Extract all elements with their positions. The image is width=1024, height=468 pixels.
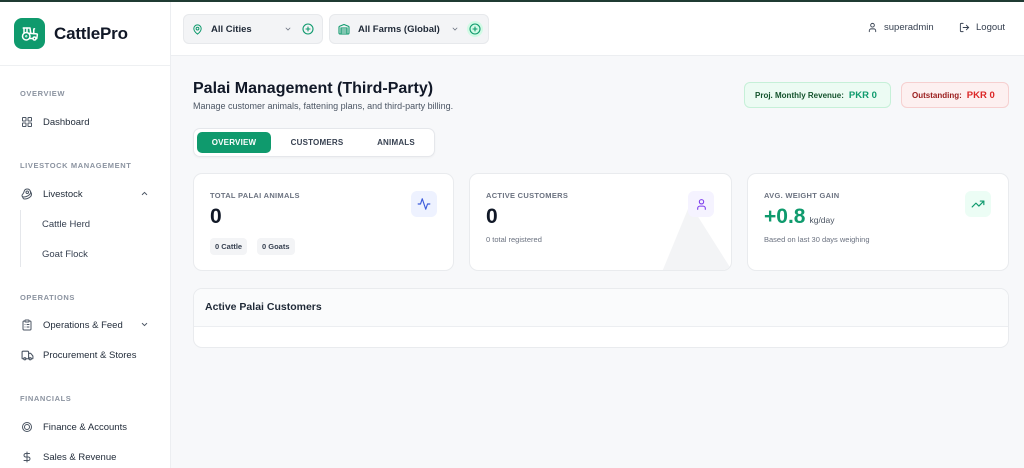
city-selector-value: All Cities [211, 23, 252, 35]
sidebar-item-label: Dashboard [43, 116, 90, 128]
user-menu[interactable]: superadmin [867, 22, 934, 33]
sidebar-item-label: Procurement & Stores [43, 349, 137, 361]
stat-value: 0 [210, 205, 222, 228]
tab-overview[interactable]: OVERVIEW [197, 132, 271, 153]
stat-label: ACTIVE CUSTOMERS [486, 191, 569, 200]
trending-up-icon [965, 191, 991, 217]
brand[interactable]: CattlePro [14, 18, 128, 49]
section-label-operations: OPERATIONS [20, 293, 76, 302]
chevron-up-icon [140, 189, 149, 201]
panel-header: Active Palai Customers [194, 289, 1008, 327]
chevron-down-icon [284, 25, 292, 33]
page-subtitle: Manage customer animals, fattening plans… [193, 101, 454, 111]
divider [0, 65, 170, 66]
stat-value: 0 [486, 205, 498, 228]
sidebar-item-label: Livestock [43, 188, 83, 200]
sidebar-item-operations[interactable]: Operations & Feed [20, 315, 150, 335]
sidebar-item-sales[interactable]: Sales & Revenue [20, 447, 116, 467]
sidebar-item-finance[interactable]: Finance & Accounts [20, 417, 127, 437]
active-customers-panel: Active Palai Customers [193, 288, 1009, 348]
decorative-shape [662, 204, 731, 270]
coins-icon [20, 420, 34, 434]
logout-label: Logout [976, 22, 1006, 33]
add-farm-icon[interactable] [467, 21, 483, 37]
logout-button[interactable]: Logout [959, 22, 1005, 33]
section-label-financials: FINANCIALS [20, 394, 72, 403]
sidebar-item-procurement[interactable]: Procurement & Stores [20, 345, 136, 365]
cattle-count-tag: 0 Cattle [210, 238, 248, 255]
outstanding-label: Outstanding: [912, 90, 962, 100]
section-label-livestock: LIVESTOCK MANAGEMENT [20, 161, 132, 170]
goat-count-tag: 0 Goats [257, 238, 295, 255]
tab-customers[interactable]: CUSTOMERS [279, 132, 355, 153]
section-label-overview: OVERVIEW [20, 89, 66, 98]
brand-name: CattlePro [54, 23, 128, 43]
outstanding-value: PKR 0 [966, 89, 995, 101]
chevron-down-icon [451, 25, 459, 33]
sidebar-item-cattle-herd[interactable]: Cattle Herd [42, 219, 90, 230]
chevron-down-icon [140, 320, 149, 332]
sidebar-item-dashboard[interactable]: Dashboard [20, 112, 89, 132]
stat-value-row: +0.8 kg/day [764, 205, 835, 229]
farm-selector[interactable]: All Farms (Global) [329, 14, 489, 44]
monthly-revenue-value: PKR 0 [848, 89, 877, 101]
map-pin-icon [192, 23, 203, 35]
sidebar-item-label: Operations & Feed [43, 319, 123, 331]
sidebar-item-label: Finance & Accounts [43, 421, 127, 433]
beef-icon [20, 187, 34, 201]
farm-selector-value: All Farms (Global) [358, 23, 440, 35]
warehouse-icon [338, 23, 350, 35]
stat-card-weight: AVG. WEIGHT GAIN +0.8 kg/day Based on la… [747, 173, 1009, 271]
username: superadmin [884, 22, 934, 33]
add-city-icon[interactable] [302, 23, 314, 35]
truck-icon [20, 348, 34, 362]
activity-icon [411, 191, 437, 217]
sidebar-item-goat-flock[interactable]: Goat Flock [42, 249, 88, 260]
stat-label: TOTAL PALAI ANIMALS [210, 191, 300, 200]
monthly-revenue-label: Proj. Monthly Revenue: [755, 90, 844, 100]
panel-title: Active Palai Customers [205, 301, 322, 313]
logout-icon [959, 22, 970, 33]
city-selector[interactable]: All Cities [183, 14, 323, 44]
tab-bar: OVERVIEW CUSTOMERS ANIMALS [193, 128, 435, 157]
tractor-icon [14, 18, 45, 49]
sidebar-item-livestock[interactable]: Livestock [20, 184, 150, 204]
stat-card-animals: TOTAL PALAI ANIMALS 0 0 Cattle 0 Goats [193, 173, 454, 271]
topbar: All Cities All Farms (Global) superadmin… [171, 2, 1024, 56]
tab-animals[interactable]: ANIMALS [361, 132, 431, 153]
stat-card-customers: ACTIVE CUSTOMERS 0 0 total registered [469, 173, 732, 271]
dollar-icon [20, 450, 34, 464]
stat-hint: Based on last 30 days weighing [764, 235, 870, 244]
page-title: Palai Management (Third-Party) [193, 80, 434, 97]
sidebar: CattlePro OVERVIEW Dashboard LIVESTOCK M… [0, 2, 171, 468]
user-icon [688, 191, 714, 217]
outstanding-badge: Outstanding: PKR 0 [901, 82, 1009, 108]
stat-unit: kg/day [809, 215, 835, 225]
user-icon [867, 22, 878, 33]
submenu-line [20, 210, 21, 267]
grid-icon [20, 115, 34, 129]
stat-hint: 0 total registered [486, 235, 542, 244]
stat-label: AVG. WEIGHT GAIN [764, 191, 840, 200]
clipboard-icon [20, 318, 34, 332]
stat-value: +0.8 [764, 205, 806, 228]
monthly-revenue-badge: Proj. Monthly Revenue: PKR 0 [744, 82, 891, 108]
sidebar-item-label: Sales & Revenue [43, 451, 117, 463]
